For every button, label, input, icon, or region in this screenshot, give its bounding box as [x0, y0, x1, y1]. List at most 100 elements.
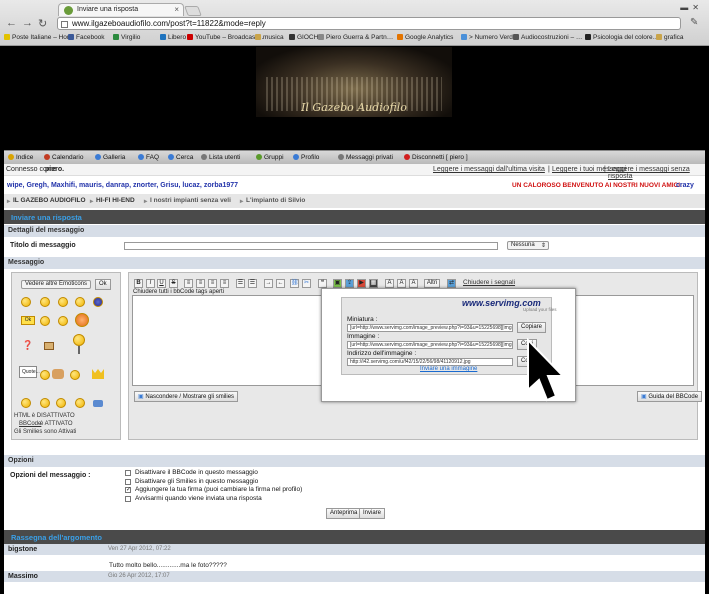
menu-item[interactable]: Cerca	[168, 154, 193, 161]
bookmark-item[interactable]: Libero	[160, 34, 186, 41]
bookmark-item[interactable]: > Numero Verde	[461, 34, 517, 41]
smiley-surprised-icon[interactable]	[75, 313, 89, 327]
smiley-yes-icon[interactable]	[21, 398, 31, 408]
breadcrumb-forum[interactable]: HI-FI HI-END	[96, 197, 135, 204]
indent-button[interactable]: →	[264, 279, 273, 288]
smiley-cool-icon[interactable]	[93, 297, 103, 307]
copy-thumb-button[interactable]: Copiare	[517, 322, 547, 333]
more-button[interactable]: Altri	[424, 279, 440, 288]
bookmark-item[interactable]: Piero Guerra & Partn…	[318, 34, 393, 41]
bookmark-item[interactable]: grafica	[656, 34, 684, 41]
welcome-name[interactable]: crazy	[676, 182, 694, 189]
bookmark-item[interactable]: YouTube – Broadcast…	[187, 34, 264, 41]
youtube-button[interactable]: ▶	[357, 279, 366, 288]
menu-item[interactable]: Gruppi	[256, 154, 284, 161]
title-icon-select[interactable]: Nessuna ⇕	[507, 241, 549, 250]
address-field[interactable]: http://i42.servimg.com/u/f42/15/22/56/98…	[347, 358, 513, 366]
emoticon-ok-button[interactable]: Ok	[95, 279, 111, 290]
smiley-ok-icon[interactable]: Ok	[21, 316, 35, 325]
link-button[interactable]: ⛓	[290, 279, 299, 288]
smiley-blush-icon[interactable]	[40, 316, 50, 326]
link-unanswered[interactable]: Leggere i messaggi senza risposta	[608, 166, 705, 180]
menu-item[interactable]: FAQ	[138, 154, 159, 161]
video-button[interactable]: ▦	[369, 279, 378, 288]
bookmark-item[interactable]: Poste Italiane – Hom	[4, 34, 72, 41]
smiley-cry-icon[interactable]	[75, 398, 85, 408]
numbered-list-button[interactable]: ☰	[248, 279, 257, 288]
option-checkbox[interactable]	[125, 478, 131, 485]
smiley-sign-icon[interactable]	[44, 342, 54, 350]
forward-icon[interactable]: →	[22, 17, 33, 29]
back-icon[interactable]: ←	[6, 17, 17, 29]
send-button[interactable]: Inviare	[359, 508, 386, 519]
option-checkbox[interactable]	[125, 495, 131, 502]
switch-editor-button[interactable]: ⇄	[447, 279, 456, 288]
align-left-button[interactable]: ≡	[184, 279, 193, 288]
smiley-no-icon[interactable]	[40, 398, 50, 408]
option-checkbox[interactable]: ✓	[125, 487, 131, 493]
review-author[interactable]: Massimo	[8, 573, 38, 580]
breadcrumb-subforum[interactable]: I nostri impianti senza veli	[150, 197, 231, 204]
toggle-smilies-button[interactable]: ▣ Nascondere / Mostrare gli smilies	[134, 391, 239, 402]
window-controls[interactable]: ▬✕	[680, 3, 703, 12]
bookmark-item[interactable]: Psicologia del colore…	[585, 34, 659, 41]
image-button[interactable]: ▣	[333, 279, 342, 288]
close-tags-link[interactable]: Chiudere i segnali	[463, 279, 515, 286]
smiley-happy-icon[interactable]	[58, 316, 68, 326]
menu-item[interactable]: Profilo	[293, 154, 319, 161]
bookmark-item[interactable]: Google Analytics	[397, 34, 453, 41]
smiley-grin-icon[interactable]	[75, 297, 85, 307]
smiley-tongue-icon[interactable]	[70, 370, 80, 380]
host-image-button[interactable]: ⇪	[345, 279, 354, 288]
align-center-button[interactable]: ≡	[196, 279, 205, 288]
title-input[interactable]	[124, 242, 498, 250]
breadcrumb-home[interactable]: IL GAZEBO AUDIOFILO	[13, 197, 86, 204]
reload-icon[interactable]: ↻	[38, 17, 47, 30]
underline-button[interactable]: U	[157, 279, 166, 288]
thumb-code-field[interactable]: [url=http://www.servimg.com/image_previe…	[347, 324, 513, 332]
preview-button[interactable]: Anteprima	[326, 508, 362, 519]
font-face-button[interactable]: A	[409, 279, 418, 288]
outdent-button[interactable]: ←	[276, 279, 285, 288]
menu-item[interactable]: Lista utenti	[201, 154, 240, 161]
quote-bubble-icon[interactable]: Quote...	[19, 366, 40, 378]
bookmark-item[interactable]: Audiocostruzioni – …	[513, 34, 582, 41]
new-tab-button[interactable]	[184, 6, 202, 16]
font-color-button[interactable]: A	[385, 279, 394, 288]
align-justify-button[interactable]: ≡	[220, 279, 229, 288]
smiley-icon[interactable]	[21, 297, 31, 307]
smiley-laugh-icon[interactable]	[58, 297, 68, 307]
upload-image-link[interactable]: Inviare una immagine	[420, 366, 477, 372]
option-checkbox[interactable]	[125, 470, 131, 476]
bbcode-link[interactable]: BBCode	[19, 421, 41, 427]
smiley-hands-icon[interactable]	[52, 369, 64, 379]
smiley-bulb-icon[interactable]	[73, 334, 85, 346]
smiley-glasses-icon[interactable]	[93, 400, 103, 407]
emoticon-select[interactable]: Vedere altre Emoticons	[21, 280, 91, 289]
menu-item[interactable]: Calendario	[44, 154, 83, 161]
smiley-angry-icon[interactable]	[56, 398, 66, 408]
close-tab-icon[interactable]: ×	[174, 5, 179, 14]
smiley-sad-icon[interactable]	[40, 370, 50, 380]
bookmark-item[interactable]: Virgilio	[113, 34, 140, 41]
review-author[interactable]: bigstone	[8, 546, 37, 553]
menu-item[interactable]: Galleria	[95, 154, 125, 161]
align-right-button[interactable]: ≡	[208, 279, 217, 288]
menu-item[interactable]: Messaggi privati	[338, 154, 393, 161]
list-button[interactable]: ☰	[236, 279, 245, 288]
address-bar[interactable]: www.ilgazeboaudiofilo.com/post?t=11822&m…	[57, 17, 681, 30]
bbcode-guide-button[interactable]: ▣ Guida del BBCode	[637, 391, 703, 402]
image-code-field[interactable]: [url=http://www.servimg.com/image_previe…	[347, 341, 513, 349]
menu-item[interactable]: Disconnetti [ piero ]	[404, 154, 468, 161]
quote-button[interactable]: ❝	[318, 279, 327, 288]
unlink-button[interactable]: ✂	[302, 279, 311, 288]
bold-button[interactable]: B	[134, 279, 143, 288]
browser-tab[interactable]: Inviare una risposta ×	[58, 3, 184, 16]
smiley-question-icon[interactable]: ❓	[22, 340, 33, 351]
menu-item[interactable]: Indice	[8, 154, 33, 161]
italic-button[interactable]: I	[146, 279, 155, 288]
font-size-button[interactable]: A	[397, 279, 406, 288]
bookmark-item[interactable]: GIOCHI	[289, 34, 320, 41]
bookmark-item[interactable]: Facebook	[68, 34, 105, 41]
bookmark-item[interactable]: musica	[255, 34, 284, 41]
